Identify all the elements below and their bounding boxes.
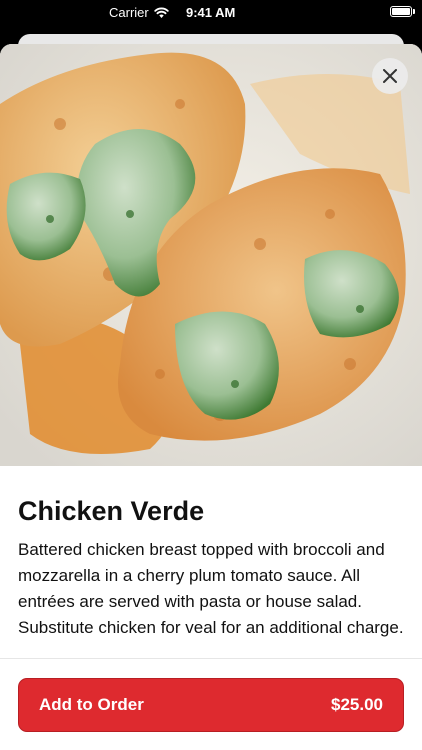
close-icon (383, 69, 397, 83)
battery-cap (413, 9, 415, 14)
item-photo (0, 44, 422, 466)
item-title: Chicken Verde (18, 496, 205, 526)
item-price: $25.00 (331, 695, 383, 714)
battery-icon (390, 6, 412, 17)
wifi-icon (154, 7, 169, 18)
add-to-order-button[interactable]: Add to Order $25.00 (18, 678, 404, 732)
status-time: 9:41 AM (186, 5, 236, 20)
food-illustration (0, 44, 422, 466)
divider (0, 658, 422, 659)
item-detail-sheet: Chicken Verde Battered chicken breast to… (0, 44, 422, 750)
add-to-order-label: Add to Order (39, 695, 144, 714)
item-description: Battered chicken breast topped with broc… (18, 540, 404, 637)
close-button[interactable] (372, 58, 408, 94)
status-bar: Carrier 9:41 AM (0, 0, 422, 26)
carrier-label: Carrier (109, 5, 149, 20)
carrier-group: Carrier (109, 5, 169, 20)
